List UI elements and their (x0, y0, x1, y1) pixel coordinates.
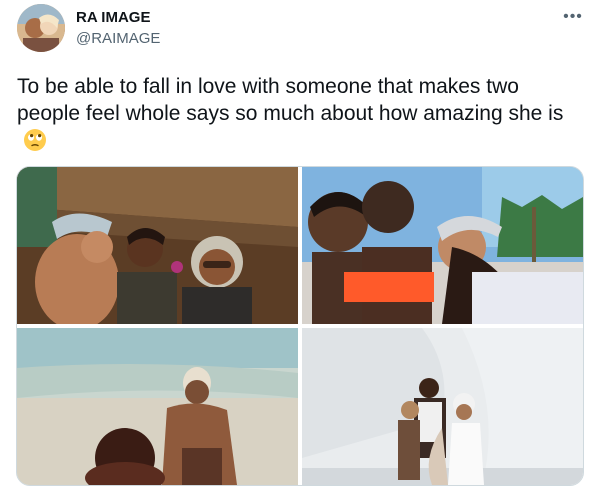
photo-4[interactable] (302, 328, 583, 485)
tweet: RA IMAGE @RAIMAGE ••• To be able to fall… (0, 0, 600, 486)
photo-1[interactable] (17, 167, 298, 324)
display-name[interactable]: RA IMAGE (76, 9, 150, 26)
tweet-text: To be able to fall in love with someone … (17, 73, 587, 154)
user-handle[interactable]: @RAIMAGE (76, 30, 160, 47)
tweet-text-content: To be able to fall in love with someone … (17, 75, 564, 125)
photo-2[interactable] (302, 167, 583, 324)
more-options-icon[interactable]: ••• (562, 6, 584, 28)
photo-3[interactable] (17, 328, 298, 485)
rolling-eyes-emoji-icon (23, 128, 47, 152)
avatar[interactable] (17, 4, 65, 52)
media-grid (16, 166, 584, 486)
